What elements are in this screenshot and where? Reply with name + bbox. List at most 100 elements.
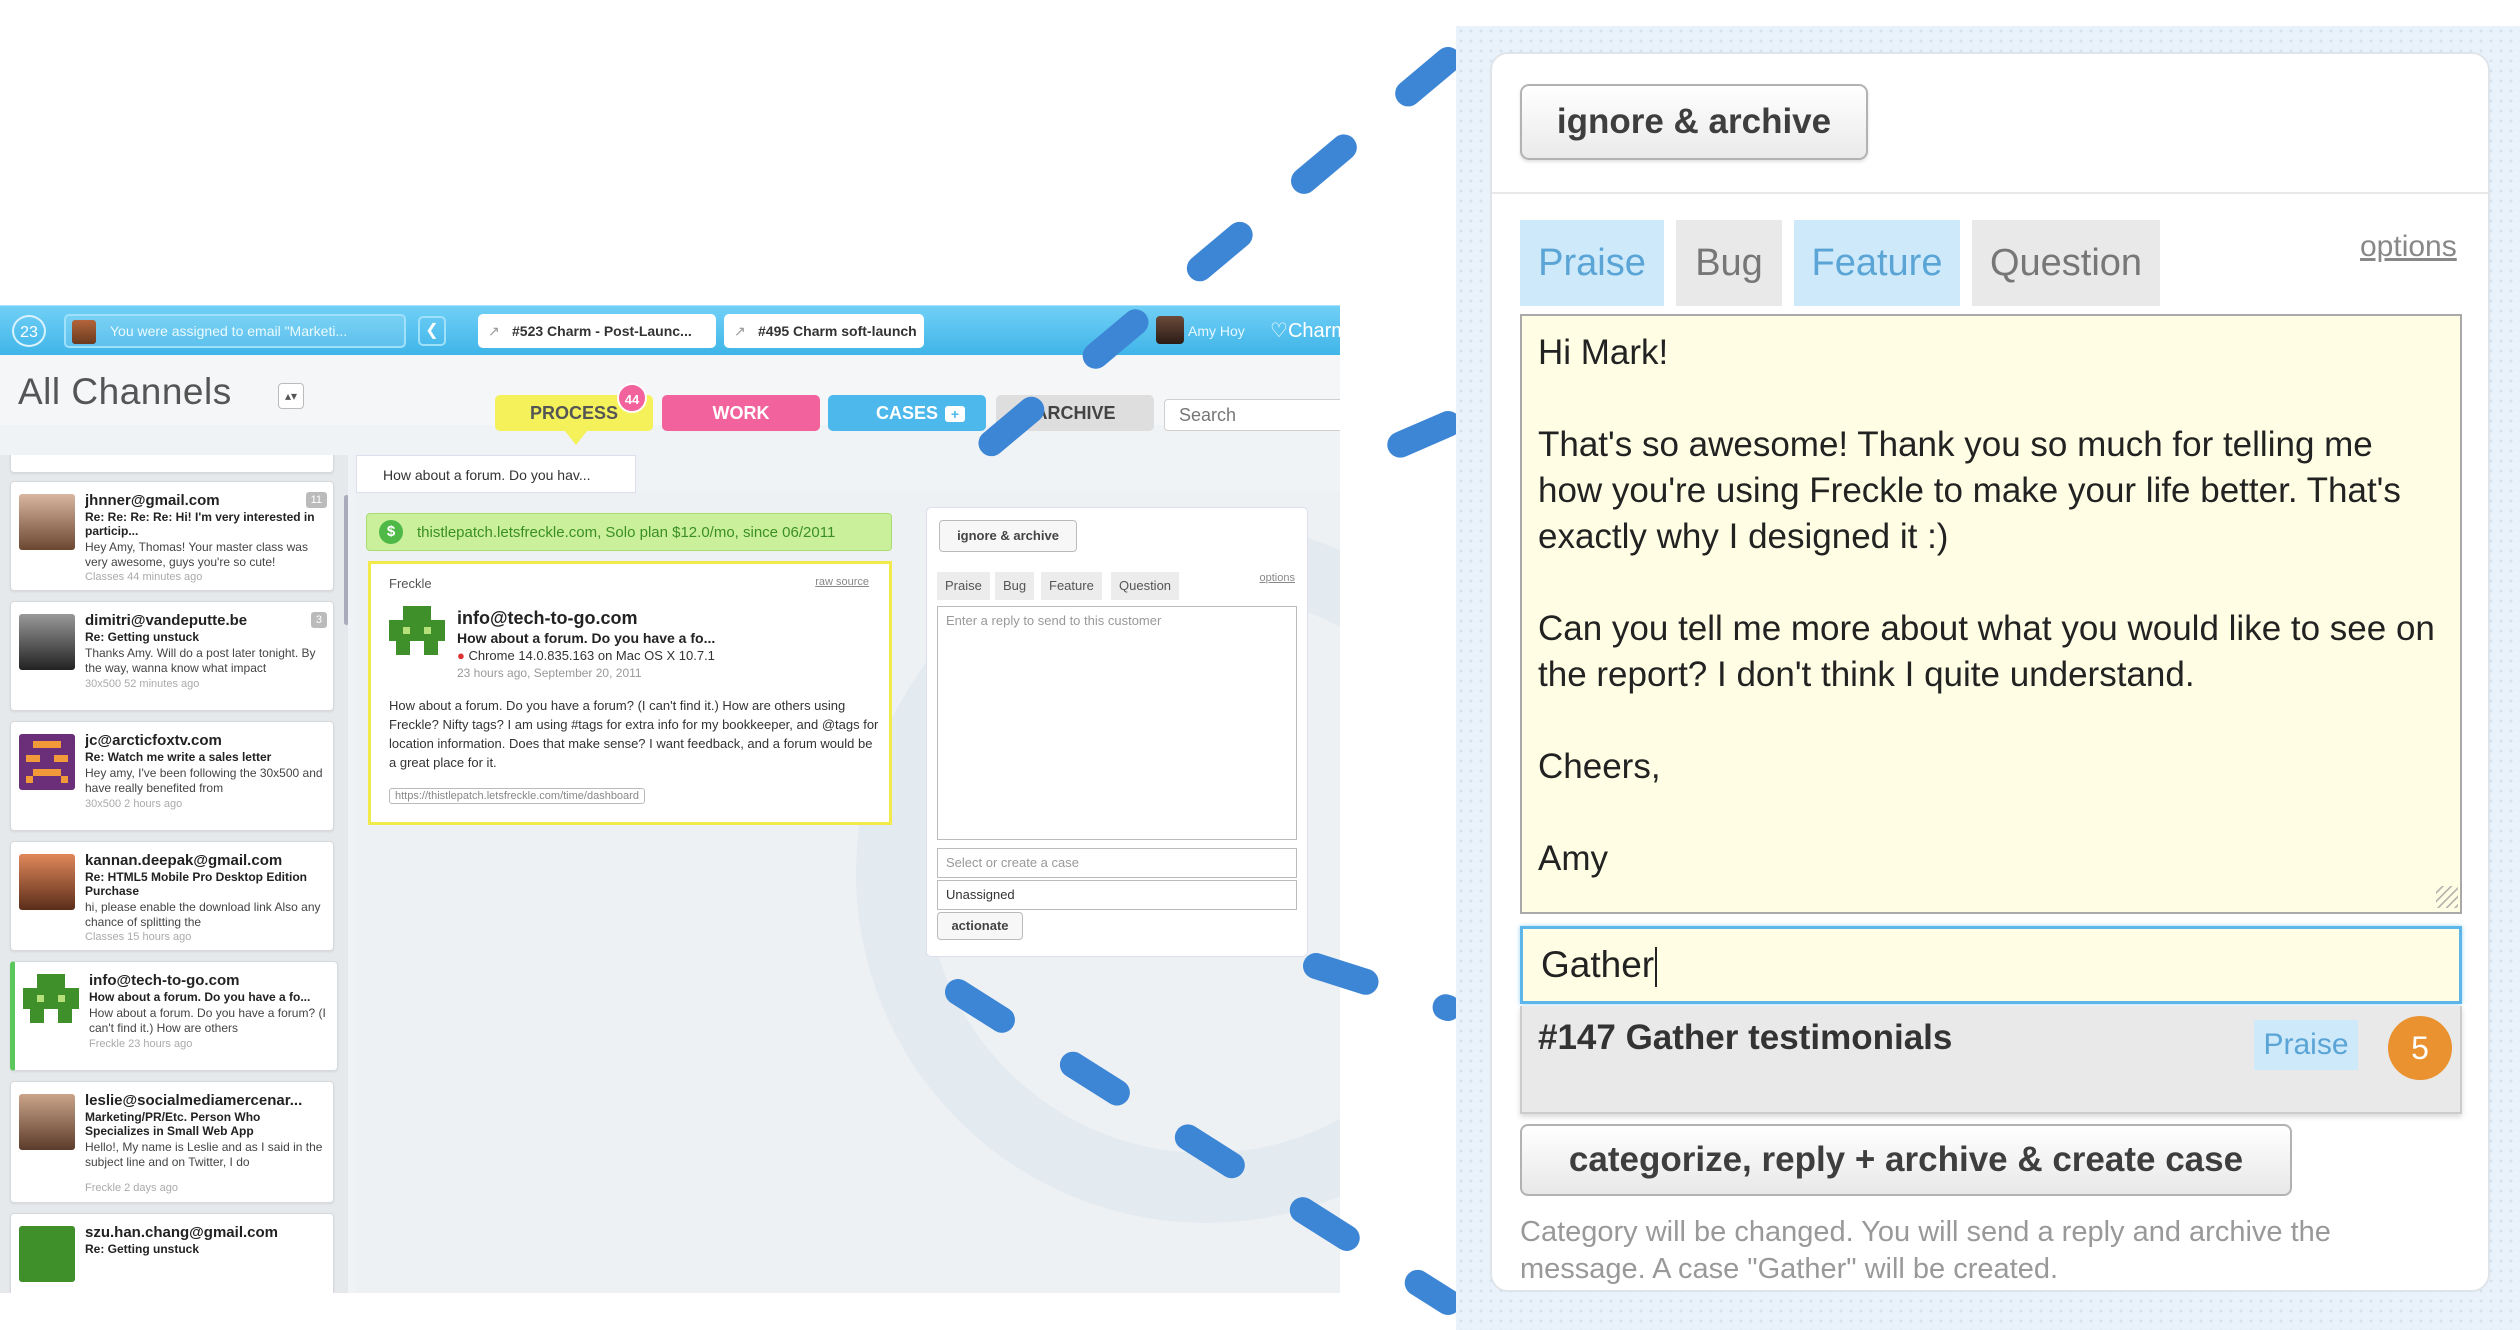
message-from: szu.han.chang@gmail.com [85,1224,278,1241]
message-preview: Hey amy, I've been following the 30x500 … [85,766,323,795]
message-subject: Re: Watch me write a sales letter [85,750,272,764]
tab-case-495[interactable]: ↗ #495 Charm soft-launch [724,314,924,348]
search-input[interactable]: Search [1164,399,1340,431]
user-agent-text: Chrome 14.0.835.163 on Mac OS X 10.7.1 [468,648,715,663]
message-from: dimitri@vandeputte.be [85,612,248,629]
tab-label: #495 Charm soft-launch [758,323,917,339]
avatar [19,734,75,790]
category-praise[interactable]: Praise [1520,220,1664,306]
message-subject: How about a forum. Do you have a fo... [89,990,311,1004]
message-subject: Re: Getting unstuck [85,630,200,644]
message-subject: How about a forum. Do you have a fo... [457,630,716,646]
notification-count[interactable]: 23 [12,315,46,347]
list-item[interactable]: leslie@socialmediamercenar... Marketing/… [10,1081,334,1203]
sender-avatar [389,606,445,662]
message-from: jc@arcticfoxtv.com [85,732,222,749]
pixel-robot-icon [389,606,445,655]
active-stage-pointer [565,431,587,445]
case-input-value: Gather [1541,944,1655,985]
list-item[interactable]: jhnner@gmail.com 11 Re: Re: Re: Re: Hi! … [10,481,334,591]
add-case-icon[interactable]: + [945,406,965,422]
options-link[interactable]: options [1260,572,1295,584]
list-item-selected[interactable]: info@tech-to-go.com How about a forum. D… [10,961,338,1071]
account-info: thistlepatch.letsfreckle.com, Solo plan … [417,524,836,541]
chrome-icon: ● [457,648,465,663]
case-input[interactable]: Select or create a case [937,848,1297,878]
list-item[interactable] [10,455,334,473]
pixel-robot-icon [23,974,79,1023]
message-meta: 30x500 52 minutes ago [85,678,200,690]
category-bug[interactable]: Bug [995,572,1035,600]
message-meta: 30x500 2 hours ago [85,798,183,810]
ignore-archive-button[interactable]: ignore & archive [1520,84,1868,160]
tab-case-523[interactable]: ↗ #523 Charm - Post-Launc... [478,314,716,348]
message-meta: Classes 44 minutes ago [85,571,203,583]
case-input[interactable]: Gather [1520,926,2462,1004]
referrer-url[interactable]: https://thistlepatch.letsfreckle.com/tim… [389,788,645,804]
app-name: Charm [1287,320,1340,342]
assignee-select[interactable]: Unassigned [937,880,1297,910]
category-question[interactable]: Question [1972,220,2160,306]
list-scrollbar[interactable] [344,495,348,625]
reply-textarea[interactable]: Enter a reply to send to this customer [937,606,1297,840]
message-from: jhnner@gmail.com [85,492,220,509]
category-bug[interactable]: Bug [1676,220,1782,306]
archive-button[interactable]: ARCHIVE [996,395,1154,431]
cases-label: CASES [875,403,938,423]
actionate-button[interactable]: actionate [937,912,1023,940]
category-question[interactable]: Question [1111,572,1180,600]
message-body: How about a forum. Do you have a forum? … [389,698,879,770]
message-meta: Freckle 23 hours ago [89,1038,193,1050]
categorize-reply-archive-create-case-button[interactable]: categorize, reply + archive & create cas… [1520,1124,2292,1196]
heart-logo-icon: ♡ [1270,320,1288,342]
list-item[interactable]: kannan.deepak@gmail.com Re: HTML5 Mobile… [10,841,334,951]
case-message-count-badge: 5 [2388,1016,2452,1080]
reply-textarea[interactable]: Hi Mark! That's so awesome! Thank you so… [1520,314,2462,914]
message-meta: Classes 15 hours ago [85,931,192,943]
sender-email: info@tech-to-go.com [457,608,638,628]
list-item[interactable]: dimitri@vandeputte.be 3 Re: Getting unst… [10,601,334,711]
message-subject: Re: Re: Re: Re: Hi! I'm very interested … [85,510,315,538]
options-link[interactable]: options [2360,230,2457,264]
list-item[interactable]: szu.han.chang@gmail.com Re: Getting unst… [10,1213,334,1293]
case-suggestion-dropdown[interactable]: #147 Gather testimonials Praise 5 [1520,1006,2462,1114]
app-screenshot: 23 You were assigned to email "Marketi..… [0,305,1340,1293]
pixel-face-icon [26,741,68,783]
category-feature[interactable]: Feature [1041,572,1102,600]
message-subject: Re: HTML5 Mobile Pro Desktop Edition Pur… [85,870,308,898]
message-subject: Re: Getting unstuck [85,1242,200,1256]
zoomed-reply-panel: ignore & archive Praise Bug Feature Ques… [1490,52,2490,1292]
category-feature[interactable]: Feature [1794,220,1960,306]
resize-grip-icon[interactable] [2436,886,2458,908]
reply-panel: ignore & archive Praise Bug Feature Ques… [926,507,1308,957]
top-bar: 23 You were assigned to email "Marketi..… [0,305,1340,356]
thread-count-badge: 11 [305,492,327,508]
dollar-icon: $ [379,520,403,544]
message-preview: Thanks Amy. Will do a post later tonight… [85,646,316,675]
text-caret [1655,947,1658,988]
action-summary-note: Category will be changed. You will send … [1520,1216,2331,1285]
list-item[interactable]: jc@arcticfoxtv.com Re: Watch me write a … [10,721,334,831]
ignore-archive-button[interactable]: ignore & archive [939,520,1077,552]
avatar [19,1226,75,1282]
notification-text: You were assigned to email "Marketi... [110,323,348,339]
raw-source-link[interactable]: raw source [815,576,869,588]
history-back-button[interactable]: ❮ [418,316,446,346]
message-source: Freckle [389,576,432,591]
avatar [23,974,79,1030]
channel-dropdown-button[interactable]: ▴▾ [278,383,304,409]
breadcrumb[interactable]: How about a forum. Do you hav... [356,455,636,493]
work-button[interactable]: WORK [662,395,820,431]
message-preview: hi, please enable the download link Also… [85,900,321,929]
message-from: kannan.deepak@gmail.com [85,852,283,869]
customer-account-bar: $ thistlepatch.letsfreckle.com, Solo pla… [366,513,892,551]
assignment-notification[interactable]: You were assigned to email "Marketi... [64,314,406,348]
message-time: 23 hours ago, September 20, 2011 [457,666,642,680]
user-name: Amy Hoy [1188,323,1245,339]
tab-label: #523 Charm - Post-Launc... [512,323,692,339]
category-praise[interactable]: Praise [937,572,990,600]
user-agent: ● Chrome 14.0.835.163 on Mac OS X 10.7.1 [457,648,715,663]
case-suggestion-name: #147 Gather testimonials [1538,1018,1953,1057]
avatar [19,614,75,670]
message-subject: Marketing/PR/Etc. Person Who Specializes… [85,1110,261,1138]
